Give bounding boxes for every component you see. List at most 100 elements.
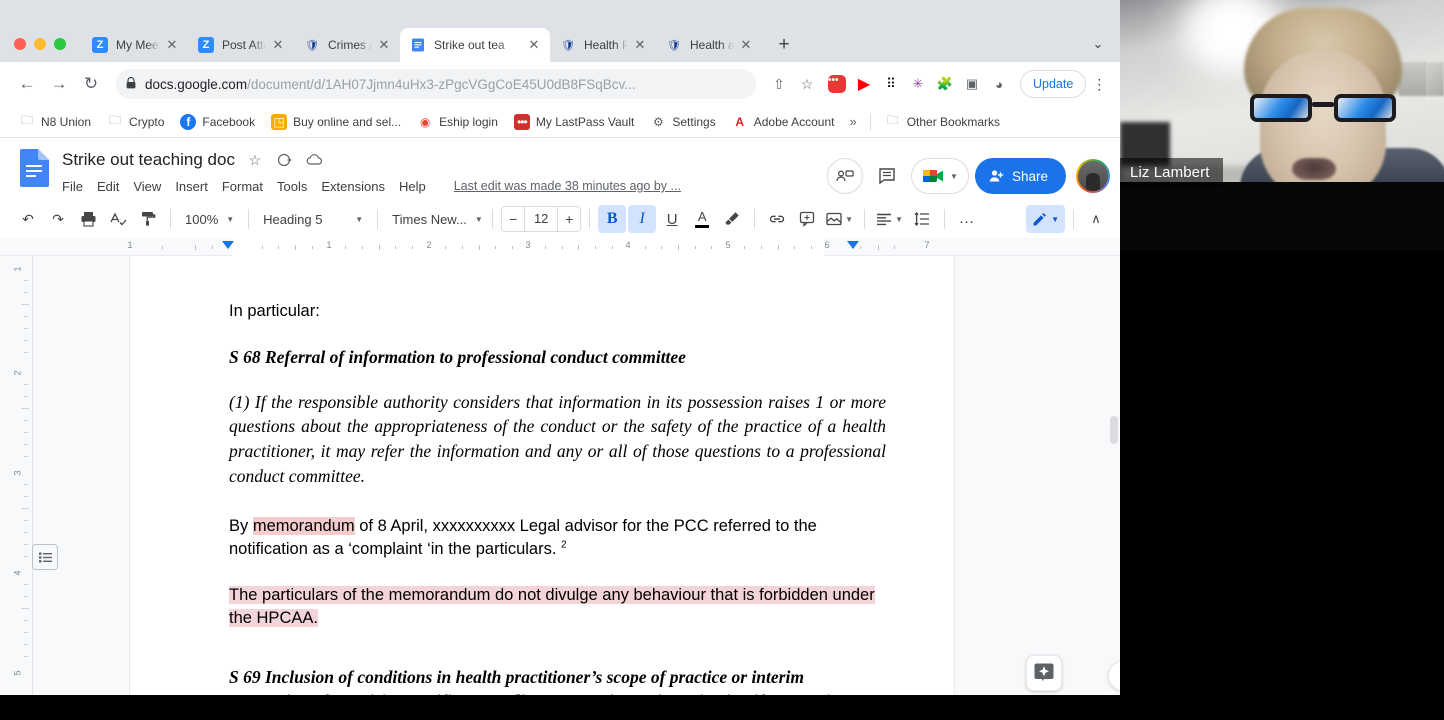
- font-size-increase-button[interactable]: +: [558, 207, 580, 231]
- bookmark-eship-login[interactable]: ◉ Eship login: [410, 111, 505, 133]
- youtube-extension-icon[interactable]: ▶: [851, 71, 877, 97]
- close-tab-icon[interactable]: ✕: [164, 37, 180, 53]
- lastpass-extension-icon[interactable]: •••: [824, 71, 850, 97]
- menu-extensions[interactable]: Extensions: [321, 179, 385, 194]
- footnote-reference[interactable]: 2: [561, 540, 567, 551]
- google-meet-button[interactable]: ▼: [911, 158, 969, 194]
- font-size-stepper[interactable]: − 12 +: [501, 206, 582, 232]
- document-outline-icon[interactable]: [32, 544, 58, 570]
- tab-my-meetings[interactable]: Z My Meetings ✕: [82, 28, 188, 62]
- move-to-folder-icon[interactable]: [275, 150, 295, 170]
- font-size-decrease-button[interactable]: −: [502, 207, 524, 231]
- address-bar[interactable]: docs.google.com/document/d/1AH07Jjmn4uHx…: [116, 69, 756, 99]
- line-spacing-icon[interactable]: [908, 205, 936, 233]
- redo-icon[interactable]: ↷: [44, 205, 72, 233]
- left-indent-marker[interactable]: [222, 241, 234, 249]
- bookmark-settings[interactable]: ⚙ Settings: [643, 111, 722, 133]
- horizontal-ruler[interactable]: 1 1 2 3 4 5 6 7: [0, 238, 1124, 256]
- zoom-level-dropdown[interactable]: 100% ▼: [179, 205, 240, 233]
- window-controls[interactable]: [14, 38, 66, 50]
- tab-crimes-act[interactable]: 🛡 Crimes Act 19 ✕: [294, 28, 400, 62]
- webcam-video-panel[interactable]: Liz Lambert: [1120, 0, 1444, 250]
- align-dropdown[interactable]: ▼: [873, 205, 906, 233]
- underline-button[interactable]: U: [658, 205, 686, 233]
- cloud-saved-icon[interactable]: [305, 150, 325, 170]
- star-icon[interactable]: ☆: [245, 150, 265, 170]
- profile-avatar-icon[interactable]: ◕: [986, 71, 1012, 97]
- bookmark-lastpass-vault[interactable]: ••• My LastPass Vault: [507, 111, 641, 133]
- share-page-icon[interactable]: ⇧: [766, 71, 792, 97]
- document-text[interactable]: In particular: S 68 Referral of informat…: [130, 256, 954, 695]
- tab-search-chevron-down-icon[interactable]: ⌄: [1086, 32, 1110, 56]
- font-family-dropdown[interactable]: Times New... ▼: [386, 205, 484, 233]
- print-icon[interactable]: [74, 205, 102, 233]
- bookmarks-overflow-icon[interactable]: »: [843, 111, 862, 132]
- last-edit-status[interactable]: Last edit was made 38 minutes ago by ...: [454, 179, 681, 193]
- bookmark-crypto[interactable]: 🗀 Crypto: [100, 111, 171, 133]
- update-button[interactable]: Update: [1020, 70, 1087, 98]
- avatar[interactable]: [1076, 159, 1110, 193]
- undo-icon[interactable]: ↶: [14, 205, 42, 233]
- highlight-color-button[interactable]: [718, 205, 746, 233]
- close-tab-icon[interactable]: ✕: [376, 37, 392, 53]
- google-docs-logo-icon[interactable]: [14, 148, 54, 188]
- more-options-button[interactable]: …: [953, 205, 981, 233]
- share-button[interactable]: Share: [974, 158, 1066, 194]
- side-panel-icon[interactable]: ▣: [959, 71, 985, 97]
- spellcheck-icon[interactable]: [104, 205, 132, 233]
- comment-history-icon[interactable]: [869, 158, 905, 194]
- tab-health-and-disability[interactable]: 🛡 Health and Di ✕: [656, 28, 762, 62]
- gemini-sparkle-icon[interactable]: [1026, 655, 1062, 691]
- bold-button[interactable]: B: [598, 205, 627, 233]
- minimize-window-button[interactable]: [34, 38, 46, 50]
- puzzle-extensions-icon[interactable]: 🧩: [932, 71, 958, 97]
- italic-button[interactable]: I: [628, 205, 657, 233]
- present-icon[interactable]: [827, 158, 864, 194]
- menu-help[interactable]: Help: [399, 179, 426, 194]
- document-page[interactable]: In particular: S 68 Referral of informat…: [130, 256, 954, 695]
- bookmark-facebook[interactable]: f Facebook: [173, 111, 262, 133]
- menu-edit[interactable]: Edit: [97, 179, 119, 194]
- menu-format[interactable]: Format: [222, 179, 263, 194]
- nz-govt-icon: 🛡: [667, 39, 681, 52]
- close-window-button[interactable]: [14, 38, 26, 50]
- browser-menu-icon[interactable]: ⋮: [1088, 76, 1110, 93]
- reload-icon[interactable]: ↻: [76, 69, 106, 99]
- insert-link-icon[interactable]: [763, 205, 791, 233]
- maximize-window-button[interactable]: [54, 38, 66, 50]
- forward-icon[interactable]: →: [44, 69, 74, 99]
- right-indent-marker[interactable]: [847, 241, 859, 249]
- editing-mode-button[interactable]: ▼: [1026, 205, 1065, 233]
- back-icon[interactable]: ←: [12, 69, 42, 99]
- bookmark-star-icon[interactable]: ☆: [794, 71, 820, 97]
- bookmark-other-bookmarks[interactable]: 🗀 Other Bookmarks: [878, 111, 1007, 133]
- vertical-scrollbar[interactable]: [1110, 416, 1118, 444]
- document-canvas[interactable]: 1 2 3 4 5 In particular: S 68 Referral o…: [0, 256, 1124, 695]
- paint-format-icon[interactable]: [134, 205, 162, 233]
- add-comment-icon[interactable]: [793, 205, 821, 233]
- bookmark-adobe-account[interactable]: A Adobe Account: [725, 111, 842, 133]
- new-tab-button[interactable]: +: [770, 31, 798, 59]
- tab-health-practitioners[interactable]: 🛡 Health Practiti ✕: [550, 28, 656, 62]
- menu-file[interactable]: File: [62, 179, 83, 194]
- menu-view[interactable]: View: [133, 179, 161, 194]
- menu-insert[interactable]: Insert: [175, 179, 208, 194]
- menu-tools[interactable]: Tools: [277, 179, 307, 194]
- page-title[interactable]: Strike out teaching doc: [62, 150, 235, 170]
- close-tab-icon[interactable]: ✕: [632, 37, 648, 53]
- close-tab-icon[interactable]: ✕: [738, 37, 754, 53]
- grid-extension-icon[interactable]: ⠿: [878, 71, 904, 97]
- hide-menus-button[interactable]: ∧: [1082, 205, 1110, 233]
- insert-image-dropdown[interactable]: ▼: [823, 205, 856, 233]
- bookmark-n8-union[interactable]: 🗀 N8 Union: [12, 111, 98, 133]
- text-color-button[interactable]: A: [688, 205, 716, 233]
- font-size-input[interactable]: 12: [524, 207, 559, 231]
- close-tab-icon[interactable]: ✕: [526, 37, 542, 53]
- close-tab-icon[interactable]: ✕: [270, 37, 286, 53]
- tab-strike-out-teaching-doc[interactable]: Strike out tea ✕: [400, 28, 550, 62]
- colorful-extension-icon[interactable]: ✳: [905, 71, 931, 97]
- browser-window: Z My Meetings ✕ Z Post Attendee ✕ 🛡 Crim…: [0, 0, 1124, 695]
- paragraph-style-dropdown[interactable]: Heading 5 ▼: [257, 205, 369, 233]
- tab-post-attendee[interactable]: Z Post Attendee ✕: [188, 28, 294, 62]
- bookmark-buy-online[interactable]: ◳ Buy online and sel...: [264, 111, 408, 133]
